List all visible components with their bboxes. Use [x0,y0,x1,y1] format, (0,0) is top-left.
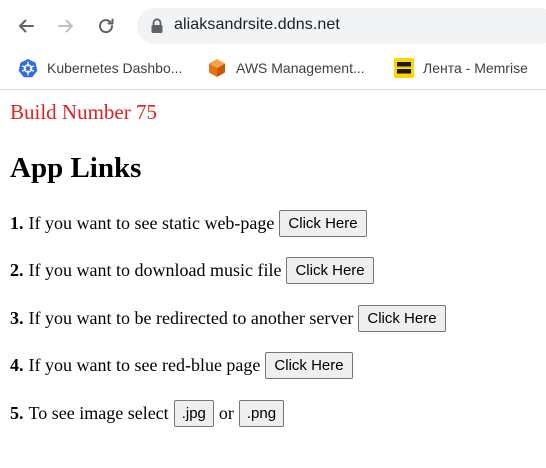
item-number: 1. [10,212,24,233]
bookmark-kubernetes[interactable]: Kubernetes Dashbo... [18,56,182,80]
item-text: If you want to see static web-page [28,212,275,233]
reload-icon [99,18,114,34]
aws-cube-icon [209,59,225,77]
back-button[interactable] [10,10,42,42]
item-text: If you want to be redirected to another … [28,307,354,328]
static-page-button[interactable]: Click Here [279,209,367,237]
bookmark-label: AWS Management... [236,60,365,76]
item-number: 4. [10,354,24,375]
list-item: 2. If you want to download music file Cl… [10,256,374,284]
reload-button[interactable] [90,10,122,42]
page-title: App Links [10,152,142,184]
address-bar[interactable]: aliaksandrsite.ddns.net [137,8,546,44]
item-number: 3. [10,307,24,328]
browser-toolbar: aliaksandrsite.ddns.net [0,6,546,46]
url-text[interactable]: aliaksandrsite.ddns.net [174,16,340,34]
page-content: Build Number 75 App Links 1. If you want… [0,90,546,468]
download-music-button[interactable]: Click Here [286,256,374,284]
bookmark-aws[interactable]: AWS Management... [207,56,365,80]
bookmarks-bar: Kubernetes Dashbo... AWS Management... Л… [0,50,546,86]
item-number: 2. [10,259,24,280]
browser-chrome: aliaksandrsite.ddns.net Kubernetes Dashb… [0,0,546,90]
bookmark-label: Kubernetes Dashbo... [47,60,183,76]
bookmark-label: Лента - Memrise [423,60,528,76]
bookmark-memrise[interactable]: Лента - Memrise [394,56,528,80]
list-item: 3. If you want to be redirected to anoth… [10,304,446,332]
lock-icon[interactable] [150,18,164,34]
or-text: or [218,402,234,423]
forward-button[interactable] [50,10,82,42]
build-number: Build Number 75 [10,100,157,124]
jpg-button[interactable]: .jpg [173,399,214,427]
list-item: 5. To see image select .jpg or .png [10,399,285,427]
item-number: 5. [10,402,24,423]
arrow-right-icon [58,19,73,33]
item-text: If you want to download music file [28,259,282,280]
png-button[interactable]: .png [238,399,285,427]
item-text: If you want to see red-blue page [28,354,261,375]
item-text: To see image select [28,402,169,423]
redirect-button[interactable]: Click Here [358,304,446,332]
list-item: 1. If you want to see static web-page Cl… [10,209,367,237]
red-blue-page-button[interactable]: Click Here [265,351,353,379]
list-item: 4. If you want to see red-blue page Clic… [10,351,353,379]
kubernetes-icon [18,59,38,78]
arrow-left-icon [19,19,34,33]
memrise-icon [394,58,414,78]
